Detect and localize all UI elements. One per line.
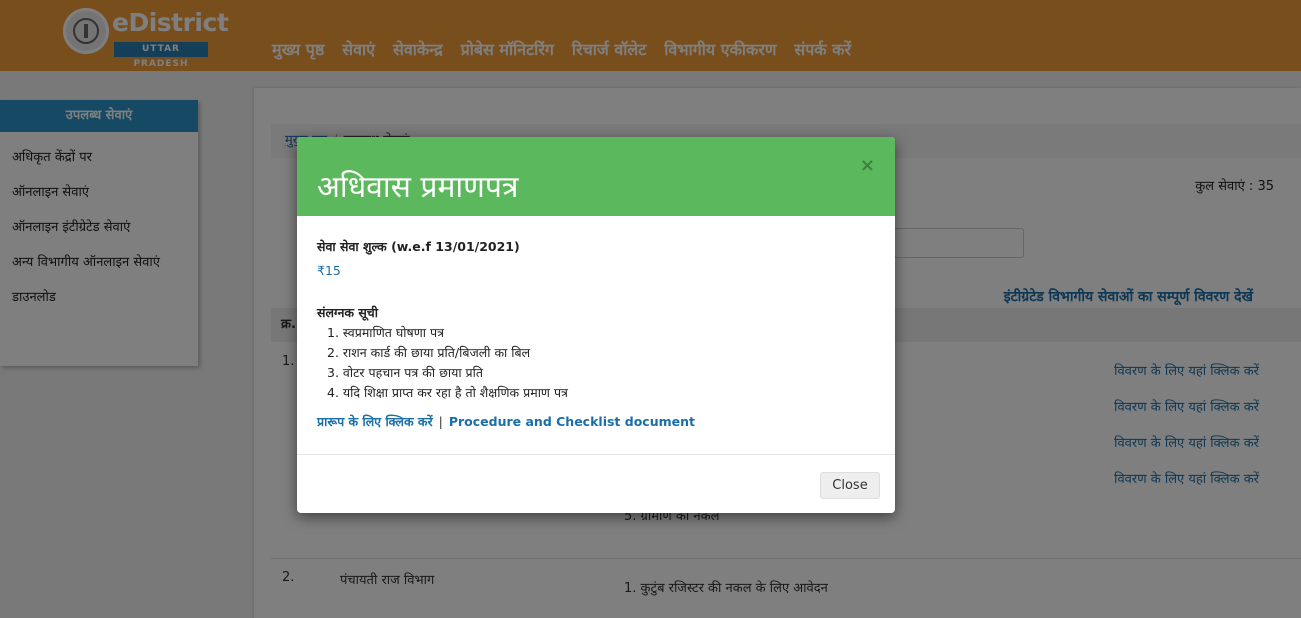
modal-header: अधिवास प्रमाणपत्र × [297, 137, 895, 216]
close-icon[interactable]: × [860, 155, 875, 176]
close-button[interactable]: Close [820, 472, 880, 499]
procedure-checklist-link[interactable]: Procedure and Checklist document [449, 414, 695, 429]
attachments-list: 1. स्वप्रमाणित घोषणा पत्र 2. राशन कार्ड … [317, 323, 875, 403]
modal-body: सेवा सेवा शुल्क (w.e.f 13/01/2021) ₹15 स… [297, 216, 895, 430]
fee-label: सेवा सेवा शुल्क (w.e.f 13/01/2021) [317, 239, 520, 254]
modal-footer: Close [297, 454, 895, 513]
attachment-item: 3. वोटर पहचान पत्र की छाया प्रति [327, 365, 484, 380]
attachment-item: 2. राशन कार्ड की छाया प्रति/बिजली का बिल [327, 345, 531, 360]
link-separator: | [438, 414, 443, 429]
modal-links: प्रारूप के लिए क्लिक करें | Procedure and … [317, 413, 875, 430]
form-format-link[interactable]: प्रारूप के लिए क्लिक करें [317, 414, 433, 429]
attachments-label: संलग्नक सूची [317, 305, 378, 320]
modal-title: अधिवास प्रमाणपत्र [317, 170, 519, 205]
attachment-item: 1. स्वप्रमाणित घोषणा पत्र [327, 325, 445, 340]
attachment-item: 4. यदि शिक्षा प्राप्त कर रहा है तो शैक्ष… [327, 385, 568, 400]
service-detail-modal: अधिवास प्रमाणपत्र × सेवा सेवा शुल्क (w.e… [297, 137, 895, 513]
fee-value: ₹15 [317, 263, 341, 278]
